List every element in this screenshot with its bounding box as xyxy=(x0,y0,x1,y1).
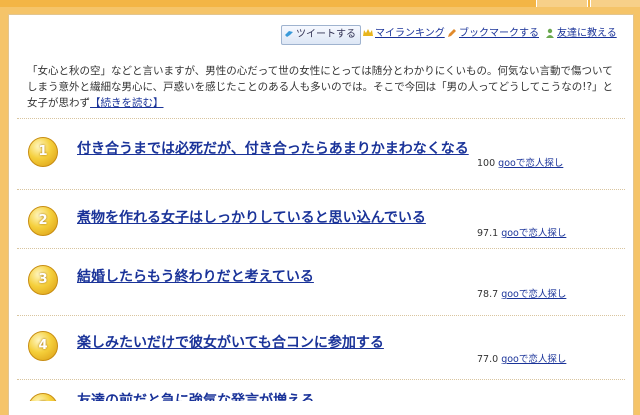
item-title-link[interactable]: 友達の前だと急に強気な発言が増える xyxy=(77,390,315,401)
top-nav-bar xyxy=(0,0,640,7)
tweet-button[interactable]: ツイートする xyxy=(281,25,361,45)
divider xyxy=(17,118,625,119)
crown-icon xyxy=(363,29,373,36)
goo-dating-link[interactable]: gooで恋人探し xyxy=(501,228,566,239)
item-title-link[interactable]: 楽しみたいだけで彼女がいても合コンに参加する xyxy=(77,332,384,352)
goo-dating-link[interactable]: gooで恋人探し xyxy=(498,158,563,169)
rank-medal-icon: 4 xyxy=(28,331,58,361)
item-meta: 97.1 gooで恋人探し xyxy=(477,225,566,239)
lead-paragraph: 「女心と秋の空」などと言いますが、男性の心だって世の女性にとっては随分とわかりに… xyxy=(27,63,617,111)
pencil-icon xyxy=(448,29,456,37)
item-meta: 78.7 gooで恋人探し xyxy=(477,286,566,300)
ranking-item: 5 友達の前だと急に強気な発言が増える xyxy=(9,381,633,401)
top-nav-tab[interactable] xyxy=(590,0,640,7)
divider xyxy=(17,189,625,190)
rank-medal-icon: 2 xyxy=(28,206,58,236)
divider xyxy=(17,315,625,316)
goo-dating-link[interactable]: gooで恋人探し xyxy=(501,289,566,300)
item-title-link[interactable]: 結婚したらもう終わりだと考えている xyxy=(77,266,314,286)
tell-friend-link[interactable]: 友達に教える xyxy=(543,25,617,43)
tweet-label: ツイートする xyxy=(296,29,356,40)
rank-medal-icon: 3 xyxy=(28,265,58,295)
item-score: 100 xyxy=(477,158,496,169)
rank-number: 4 xyxy=(38,338,48,353)
bookmark-label: ブックマークする xyxy=(459,28,539,39)
divider xyxy=(17,248,625,249)
item-meta: 100 gooで恋人探し xyxy=(477,155,563,169)
ranking-item: 3 結婚したらもう終わりだと考えている 78.7 gooで恋人探し xyxy=(9,251,633,315)
my-ranking-link[interactable]: マイランキング xyxy=(361,25,445,43)
bookmark-link[interactable]: ブックマークする xyxy=(445,25,539,43)
my-ranking-label: マイランキング xyxy=(375,28,445,39)
rank-number: 1 xyxy=(38,144,48,159)
rank-medal-icon: 1 xyxy=(28,137,58,167)
tweet-bird-icon xyxy=(285,31,293,37)
ranking-panel: ツイートする マイランキング ブックマークする 友達に教える 「女心と秋の空」な… xyxy=(8,14,634,415)
ranking-item: 2 煮物を作れる女子はしっかりしていると思い込んでいる 97.1 gooで恋人探… xyxy=(9,191,633,255)
item-title-link[interactable]: 付き合うまでは必死だが、付き合ったらあまりかまわなくなる xyxy=(77,138,469,158)
read-more-link[interactable]: 【続きを読む】 xyxy=(90,97,164,109)
item-score: 97.1 xyxy=(477,228,499,239)
rank-number: 2 xyxy=(38,213,48,228)
goo-dating-link[interactable]: gooで恋人探し xyxy=(501,354,566,365)
ranking-item: 4 楽しみたいだけで彼女がいても合コンに参加する 77.0 gooで恋人探し xyxy=(9,318,633,382)
item-title-link[interactable]: 煮物を作れる女子はしっかりしていると思い込んでいる xyxy=(77,207,426,227)
divider xyxy=(17,379,625,380)
top-nav-tab[interactable] xyxy=(536,0,588,7)
rank-number: 3 xyxy=(38,272,48,287)
share-toolbar: ツイートする マイランキング ブックマークする 友達に教える xyxy=(281,25,625,45)
rank-number: 5 xyxy=(38,400,47,401)
item-score: 77.0 xyxy=(477,354,499,365)
ranking-item: 1 付き合うまでは必死だが、付き合ったらあまりかまわなくなる 100 gooで恋… xyxy=(9,121,633,185)
tell-friend-label: 友達に教える xyxy=(557,28,617,39)
item-meta: 77.0 gooで恋人探し xyxy=(477,351,566,365)
person-icon xyxy=(546,28,554,38)
item-score: 78.7 xyxy=(477,289,499,300)
